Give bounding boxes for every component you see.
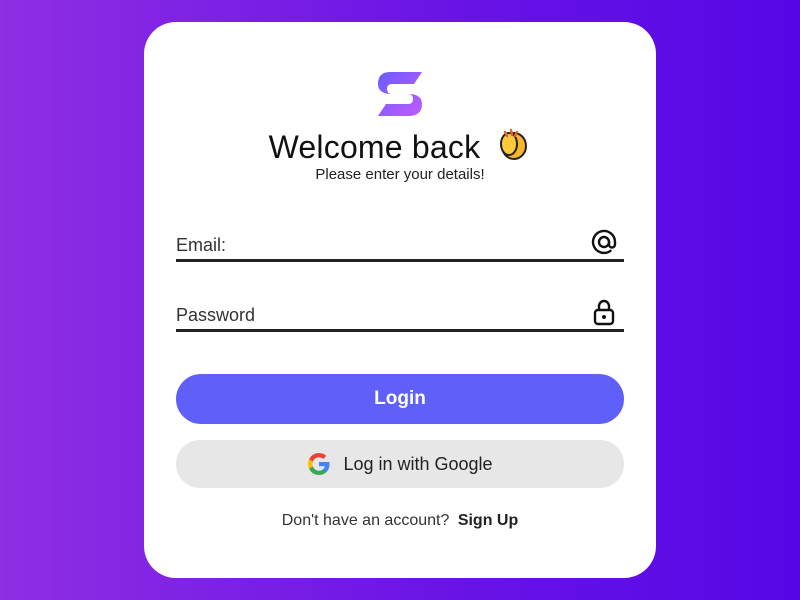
google-icon	[308, 453, 330, 475]
signup-prompt-text: Don't have an account?	[281, 512, 450, 529]
brand-logo-icon	[378, 72, 422, 116]
title-text: Welcome back	[268, 129, 481, 165]
email-field	[176, 228, 624, 262]
page-subtitle: Please enter your details!	[315, 166, 485, 183]
login-card: Welcome back Please enter your details! …	[144, 22, 656, 578]
password-field	[176, 298, 624, 332]
email-input[interactable]	[176, 228, 576, 258]
google-login-button[interactable]: Log in with Google	[176, 440, 624, 488]
clapping-hands-icon	[500, 128, 528, 160]
page-title: Welcome back	[144, 126, 656, 166]
lock-icon	[593, 299, 615, 326]
sign-up-link[interactable]: Sign Up	[458, 512, 518, 529]
at-sign-icon	[591, 229, 617, 255]
signup-prompt: Don't have an account? Sign Up	[144, 512, 656, 530]
password-input[interactable]	[176, 298, 576, 328]
login-button[interactable]: Login	[176, 374, 624, 424]
google-button-label: Log in with Google	[343, 453, 493, 474]
